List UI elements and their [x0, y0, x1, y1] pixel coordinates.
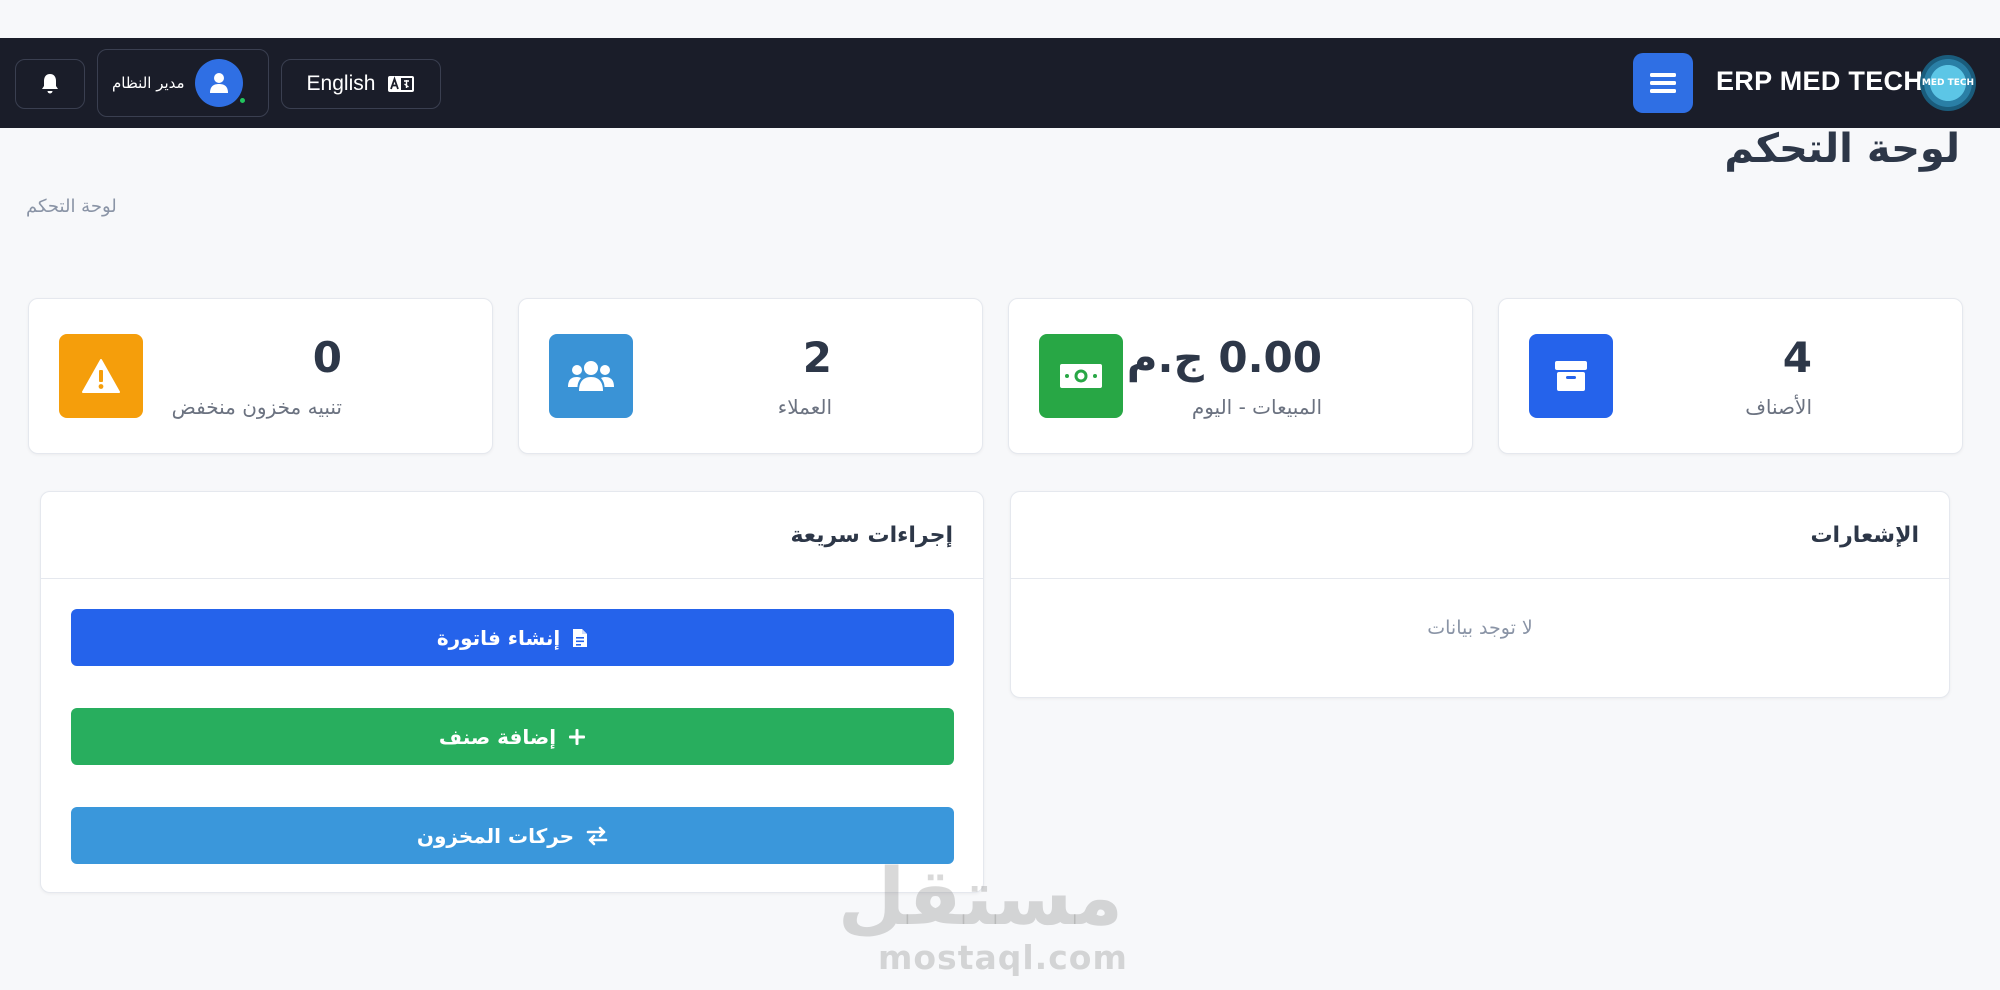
- language-icon: [388, 76, 415, 92]
- quick-actions-title: إجراءات سريعة: [790, 522, 953, 548]
- user-menu-button[interactable]: مدير النظام: [97, 49, 269, 117]
- stat-icon-box: [1529, 334, 1613, 418]
- top-strip: [0, 0, 2000, 38]
- hamburger-icon: [1650, 73, 1676, 93]
- add-item-button[interactable]: إضافة صنف: [71, 708, 954, 765]
- stat-icon-box: [59, 334, 143, 418]
- stock-movements-label: حركات المخزون: [416, 823, 575, 848]
- notifications-panel: الإشعارات لا توجد بيانات: [1010, 491, 1950, 698]
- watermark: مستقل mostaql.com: [837, 853, 1128, 977]
- user-icon: [209, 73, 228, 93]
- empty-state-text: لا توجد بيانات: [1427, 617, 1533, 639]
- invoice-icon: [573, 628, 588, 647]
- stock-movements-button[interactable]: حركات المخزون: [71, 807, 954, 864]
- stat-icon-box: [549, 334, 633, 418]
- notifications-title: الإشعارات: [1810, 522, 1919, 548]
- brand-name[interactable]: ERP MED TECH: [1716, 66, 1923, 97]
- brand-logo-text: MED TECH: [1921, 78, 1975, 88]
- online-status-dot: [237, 96, 247, 105]
- money-bill-icon: [1060, 364, 1102, 388]
- stat-value: 4: [1782, 333, 1812, 382]
- panel-header: إجراءات سريعة: [41, 492, 983, 579]
- sidebar-toggle-button[interactable]: [1633, 53, 1693, 113]
- watermark-latin: mostaql.com: [878, 938, 1128, 977]
- breadcrumb[interactable]: لوحة التحكم: [26, 196, 117, 217]
- exchange-icon: [586, 826, 608, 845]
- stat-card-items[interactable]: 4 الأصناف: [1498, 298, 1963, 454]
- stat-icon-box: [1039, 334, 1123, 418]
- language-switch-button[interactable]: English: [281, 59, 441, 109]
- stat-value: 0: [312, 333, 342, 382]
- create-invoice-label: إنشاء فاتورة: [436, 625, 561, 650]
- avatar: [194, 59, 247, 107]
- stat-value: 0.00 ج.م: [1126, 333, 1322, 382]
- page-title: لوحة التحكم: [1724, 126, 1960, 172]
- stat-label: المبيعات - اليوم: [1191, 395, 1322, 419]
- language-label: English: [306, 72, 376, 95]
- panel-header: الإشعارات: [1011, 492, 1949, 579]
- user-name: مدير النظام: [112, 74, 185, 92]
- stat-value: 2: [802, 333, 832, 382]
- warning-icon: [82, 359, 120, 393]
- watermark-arabic: مستقل: [837, 853, 1123, 943]
- box-icon: [1555, 361, 1587, 391]
- users-icon: [568, 361, 614, 391]
- stat-label: الأصناف: [1745, 395, 1812, 419]
- navbar: مدير النظام English ERP MED TECH MED TEC…: [0, 38, 2000, 128]
- create-invoice-button[interactable]: إنشاء فاتورة: [71, 609, 954, 666]
- bell-icon: [42, 74, 58, 94]
- stat-card-sales-today[interactable]: 0.00 ج.م المبيعات - اليوم: [1008, 298, 1473, 454]
- brand-logo[interactable]: MED TECH: [1920, 55, 1976, 111]
- plus-icon: [569, 728, 586, 745]
- quick-actions-panel: إجراءات سريعة إنشاء فاتورة إضافة صنف حرك…: [40, 491, 984, 893]
- add-item-label: إضافة صنف: [438, 724, 557, 749]
- stat-card-low-stock[interactable]: 0 تنبيه مخزون منخفض: [28, 298, 493, 454]
- stat-label: تنبيه مخزون منخفض: [171, 395, 342, 419]
- notifications-button[interactable]: [15, 59, 85, 109]
- stat-card-customers[interactable]: 2 العملاء: [518, 298, 983, 454]
- stat-label: العملاء: [777, 395, 832, 419]
